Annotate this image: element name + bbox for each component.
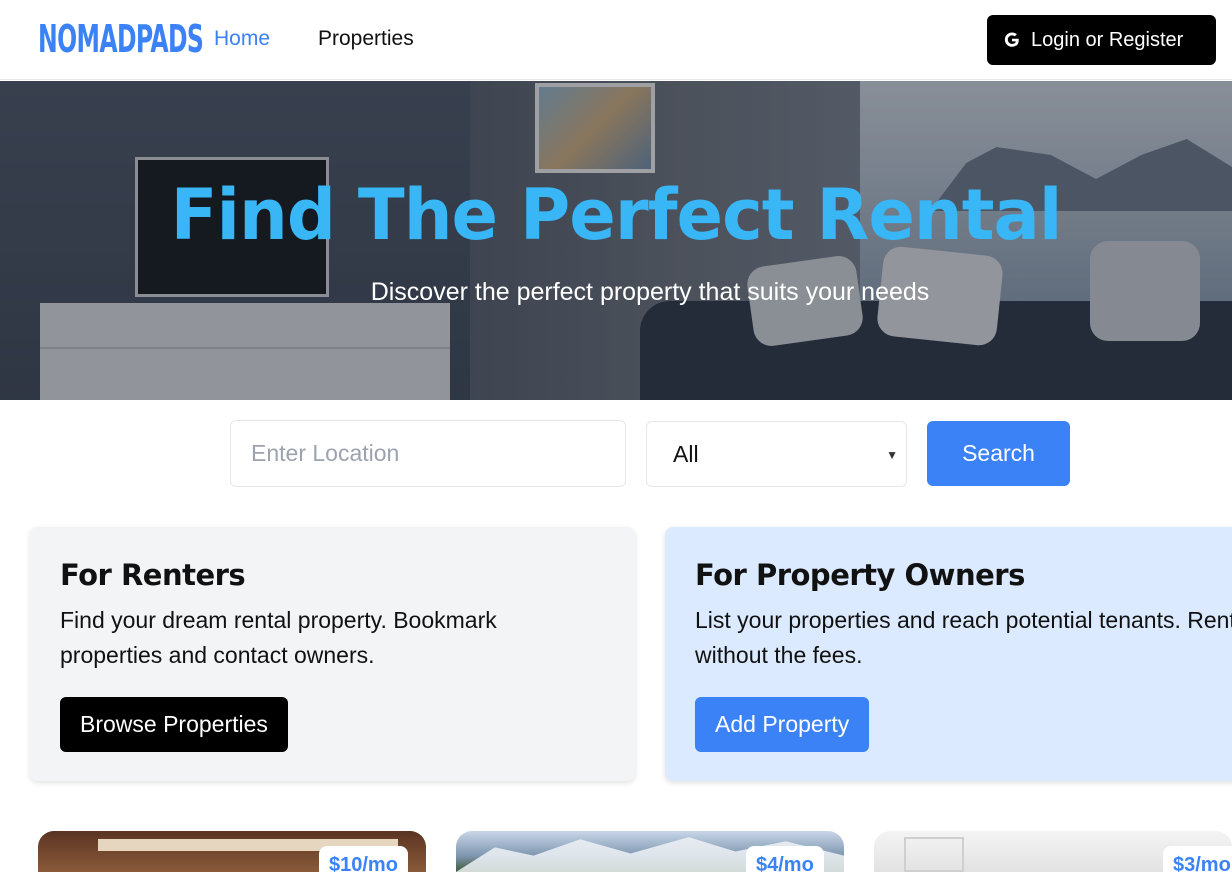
google-icon (1004, 32, 1019, 47)
property-type-select[interactable]: All ▼ (646, 421, 907, 487)
price-badge: $3/mo (1163, 846, 1232, 872)
add-property-button[interactable]: Add Property (695, 697, 870, 752)
owners-card: For Property Owners List your properties… (665, 527, 1232, 781)
site-header: NOMADPADS Home Properties Login or Regis… (0, 0, 1232, 80)
property-card[interactable]: $3/mo (874, 831, 1232, 872)
renters-card-title: For Renters (60, 558, 246, 592)
renters-card: For Renters Find your dream rental prope… (30, 527, 635, 781)
browse-properties-button[interactable]: Browse Properties (60, 697, 288, 752)
chevron-down-icon: ▼ (886, 448, 898, 462)
property-card[interactable]: $10/mo (38, 831, 426, 872)
property-card[interactable]: $4/mo (456, 831, 844, 872)
owners-card-title: For Property Owners (695, 558, 1025, 592)
hero-title: Find The Perfect Rental (170, 174, 1063, 256)
price-badge: $4/mo (746, 846, 824, 872)
logo[interactable]: NOMADPADS (38, 14, 204, 64)
login-button[interactable]: Login or Register (987, 15, 1216, 65)
property-type-value: All (673, 440, 699, 467)
owners-card-text: List your properties and reach potential… (695, 607, 1232, 668)
renters-card-text: Find your dream rental property. Bookmar… (60, 607, 497, 668)
price-badge: $10/mo (319, 846, 408, 872)
hero-subtitle: Discover the perfect property that suits… (370, 278, 930, 306)
location-input[interactable] (230, 420, 626, 487)
hero-banner: Find The Perfect Rental Discover the per… (0, 81, 1232, 400)
nav-home[interactable]: Home (214, 26, 270, 52)
search-button[interactable]: Search (927, 421, 1070, 486)
login-label: Login or Register (1031, 28, 1184, 51)
nav-properties[interactable]: Properties (318, 26, 414, 52)
